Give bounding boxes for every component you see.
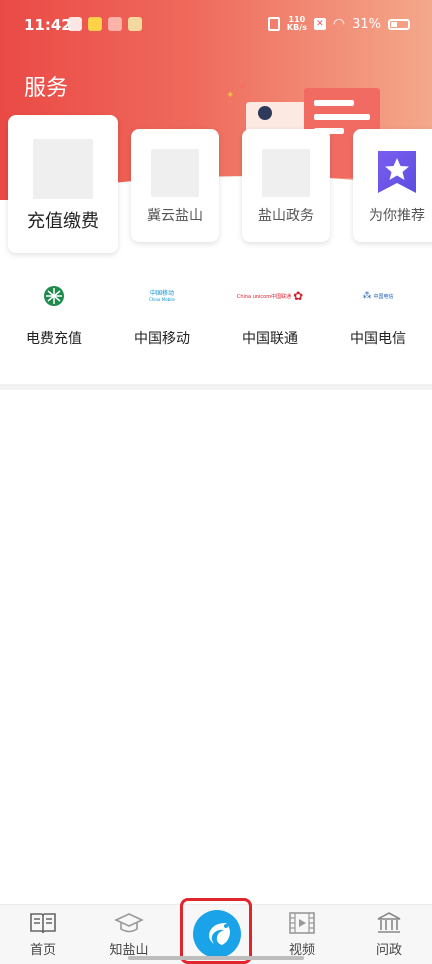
jiyun-image bbox=[151, 149, 199, 197]
star-badge-icon bbox=[376, 149, 418, 195]
carrier-name: 电费充值 bbox=[26, 331, 82, 347]
china-telecom-logo-text: 中国电信 bbox=[373, 293, 394, 300]
carrier-china-telecom[interactable]: ⁂ 中国电信 中国电信 bbox=[324, 282, 432, 348]
book-icon bbox=[30, 913, 56, 934]
china-telecom-logo-icon: ⁂ 中国电信 bbox=[324, 282, 432, 310]
home-indicator bbox=[128, 956, 304, 960]
notification-icons bbox=[68, 17, 142, 31]
nav-inquiry[interactable]: 问政 bbox=[359, 911, 419, 958]
status-bar: 11:42 110 KB/s ✕ ◠ 31% bbox=[0, 0, 432, 48]
nav-label: 首页 bbox=[29, 943, 56, 958]
notification-icon bbox=[108, 17, 122, 31]
china-unicom-logo-icon: China unicom中国联通 ✿ bbox=[216, 282, 324, 310]
carrier-china-mobile[interactable]: 中国移动 China Mobile 中国移动 bbox=[108, 282, 216, 348]
state-grid-logo-icon bbox=[0, 282, 108, 310]
services-page: ✦ ✦ 11:42 110 KB/s ✕ ◠ 31% 服务 充值缴费 冀云盐山 … bbox=[0, 0, 432, 964]
carrier-name: 中国电信 bbox=[350, 331, 406, 347]
china-unicom-logo-text: China unicom中国联通 bbox=[236, 293, 292, 300]
service-card-government[interactable]: 盐山政务 bbox=[242, 129, 330, 242]
battery-icon bbox=[388, 18, 410, 30]
no-sim-icon: ✕ bbox=[313, 18, 326, 30]
china-mobile-logo-icon: 中国移动 China Mobile bbox=[108, 282, 216, 310]
graduation-cap-icon bbox=[114, 913, 144, 933]
nav-label: 问政 bbox=[375, 943, 402, 958]
carrier-china-unicom[interactable]: China unicom中国联通 ✿ 中国联通 bbox=[216, 282, 324, 348]
page-title: 服务 bbox=[24, 76, 69, 101]
net-speed: 110 KB/s bbox=[287, 16, 307, 32]
service-card-label: 充值缴费 bbox=[27, 211, 99, 232]
nav-know-yanshan[interactable]: 知盐山 bbox=[99, 911, 159, 958]
illustration-person bbox=[258, 106, 272, 120]
government-building-icon bbox=[377, 912, 401, 933]
film-icon bbox=[289, 912, 315, 934]
china-mobile-logo-text-en: China Mobile bbox=[149, 297, 175, 302]
center-app-button[interactable] bbox=[180, 898, 252, 964]
app-logo-icon bbox=[193, 910, 241, 958]
nav-home[interactable]: 首页 bbox=[13, 911, 73, 958]
service-card-label: 为你推荐 bbox=[369, 208, 425, 224]
unicom-knot-icon: ✿ bbox=[293, 289, 304, 303]
china-mobile-logo-text: 中国移动 bbox=[149, 290, 174, 297]
status-right: 110 KB/s ✕ ◠ 31% bbox=[267, 16, 410, 32]
sparkle-icon: ✦ bbox=[226, 90, 235, 101]
government-image bbox=[262, 149, 310, 197]
notification-icon bbox=[88, 17, 102, 31]
notification-icon bbox=[128, 17, 142, 31]
notification-icon bbox=[68, 17, 82, 31]
service-card-label: 冀云盐山 bbox=[147, 208, 203, 224]
vibrate-icon bbox=[267, 17, 280, 31]
carrier-name: 中国联通 bbox=[242, 331, 298, 347]
telecom-swirl-icon: ⁂ bbox=[362, 291, 372, 301]
nav-video[interactable]: 视频 bbox=[272, 911, 332, 958]
service-card-jiyun[interactable]: 冀云盐山 bbox=[131, 129, 219, 242]
service-card-label: 盐山政务 bbox=[258, 208, 314, 224]
wifi-icon: ◠ bbox=[332, 16, 346, 32]
service-card-recommend[interactable]: 为你推荐 bbox=[353, 129, 432, 242]
recharge-image bbox=[33, 139, 93, 199]
carrier-name: 中国移动 bbox=[134, 331, 190, 347]
section-divider bbox=[0, 384, 432, 390]
battery-percent: 31% bbox=[352, 16, 381, 32]
service-card-recharge[interactable]: 充值缴费 bbox=[8, 115, 118, 253]
sparkle-icon: ✦ bbox=[238, 82, 247, 93]
status-time: 11:42 bbox=[24, 16, 72, 34]
net-speed-unit: KB/s bbox=[286, 23, 307, 32]
carrier-electricity[interactable]: 电费充值 bbox=[0, 282, 108, 348]
